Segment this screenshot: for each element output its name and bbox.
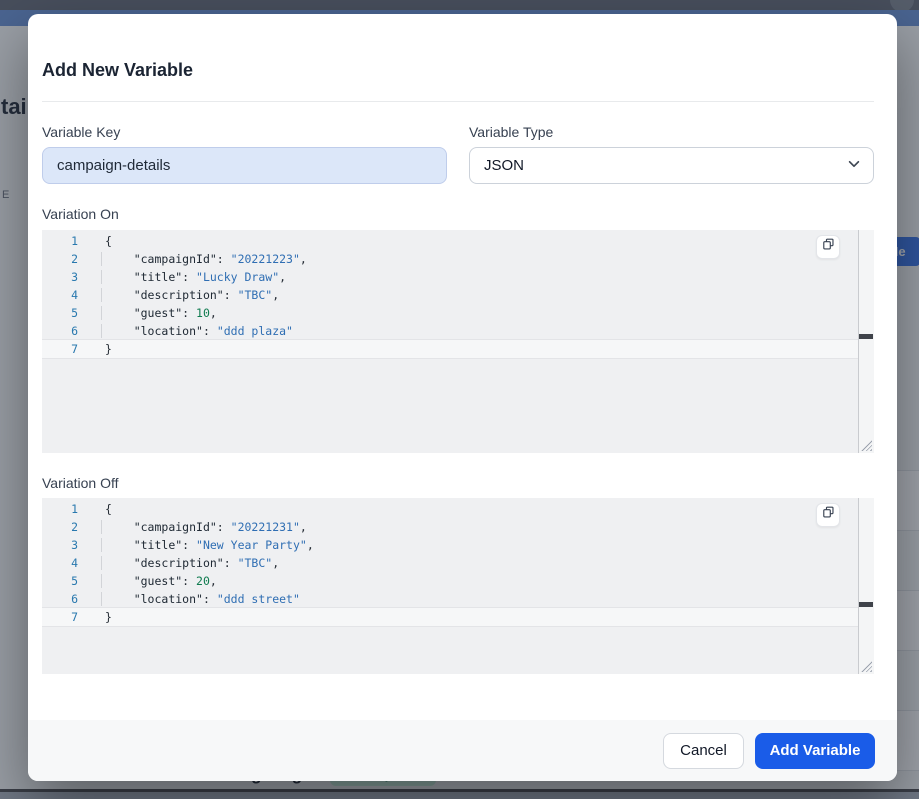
scrollbar-track[interactable]	[858, 230, 874, 453]
code-content: 1{2 "campaignId": "20221231",3 "title": …	[42, 500, 858, 626]
variable-type-label: Variable Type	[469, 124, 553, 140]
scrollbar-track[interactable]	[858, 498, 874, 674]
code-line: 6 "location": "ddd street"	[42, 590, 858, 608]
screen: tai 4 A E Ne s a ee l Users & Targeting …	[0, 0, 919, 799]
variable-type-value: JSON	[484, 157, 524, 174]
code-line: 4 "description": "TBC",	[42, 286, 858, 304]
code-line: 2 "campaignId": "20221223",	[42, 250, 858, 268]
code-line: 7}	[42, 340, 858, 358]
modal-title: Add New Variable	[42, 60, 193, 81]
scrollbar-thumb[interactable]	[859, 334, 873, 339]
code-content: 1{2 "campaignId": "20221223",3 "title": …	[42, 232, 858, 358]
code-line: 3 "title": "New Year Party",	[42, 536, 858, 554]
copy-icon	[822, 238, 835, 256]
variable-type-select[interactable]: JSON	[469, 147, 874, 184]
variation-on-editor[interactable]: 1{2 "campaignId": "20221223",3 "title": …	[42, 230, 874, 453]
code-line: 2 "campaignId": "20221231",	[42, 518, 858, 536]
copy-icon	[822, 506, 835, 524]
code-line: 5 "guest": 10,	[42, 304, 858, 322]
cancel-button[interactable]: Cancel	[663, 733, 744, 769]
code-line: 1{	[42, 500, 858, 518]
scrollbar-thumb[interactable]	[859, 602, 873, 607]
code-line: 3 "title": "Lucky Draw",	[42, 268, 858, 286]
variation-off-editor[interactable]: 1{2 "campaignId": "20221231",3 "title": …	[42, 498, 874, 674]
variation-on-label: Variation On	[42, 206, 119, 222]
modal-footer: Cancel Add Variable	[28, 720, 897, 781]
add-variable-button[interactable]: Add Variable	[755, 733, 875, 769]
variable-key-label: Variable Key	[42, 124, 120, 140]
variation-off-label: Variation Off	[42, 475, 119, 491]
code-line: 4 "description": "TBC",	[42, 554, 858, 572]
divider	[42, 101, 874, 102]
chevron-down-icon	[847, 157, 861, 175]
add-variable-modal: Add New Variable Variable Key Variable T…	[28, 14, 897, 781]
code-line: 6 "location": "ddd plaza"	[42, 322, 858, 340]
copy-button[interactable]	[816, 235, 840, 259]
code-line: 7}	[42, 608, 858, 626]
code-line: 1{	[42, 232, 858, 250]
variable-key-input[interactable]	[42, 147, 447, 184]
copy-button[interactable]	[816, 503, 840, 527]
code-line: 5 "guest": 20,	[42, 572, 858, 590]
